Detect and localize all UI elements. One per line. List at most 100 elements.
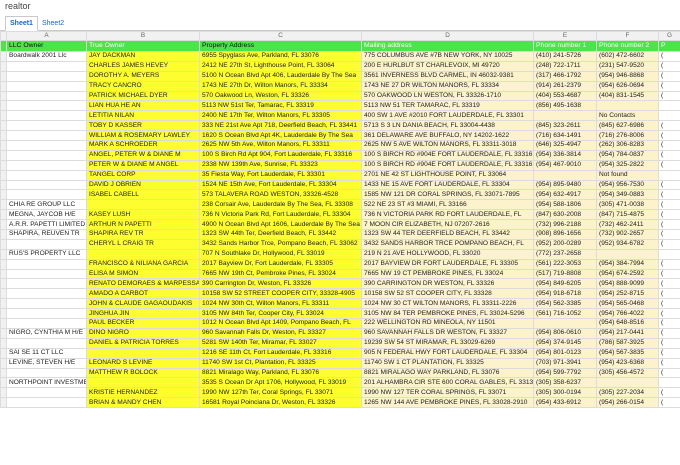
cell-property-address[interactable]: 100 S Birch Rd Apt 904, Fort Lauderdale,…: [199, 149, 362, 161]
cell-phone-2[interactable]: (845) 627-6986: [596, 120, 659, 132]
cell-mailing-address[interactable]: 3561 INVERNESS BLVD CARMEL, IN 46032-938…: [361, 70, 534, 82]
cell-phone-1[interactable]: (716) 634-1491: [533, 130, 597, 142]
cell-property-address[interactable]: 2400 NE 17th Ter, Wilton Manors, FL 3330…: [199, 110, 362, 122]
cell-llc-owner[interactable]: NIGRO, CYNTHIA M H/E: [6, 327, 87, 339]
header-mailing-address[interactable]: Mailing address: [361, 40, 534, 52]
column-header-e[interactable]: E: [533, 31, 597, 41]
cell-phone-3[interactable]: (: [658, 278, 680, 290]
cell-llc-owner[interactable]: [6, 189, 87, 201]
cell-true-owner[interactable]: ELISA M SIMON: [86, 268, 200, 280]
cell-llc-owner[interactable]: CHIA RE GROUP LLC: [6, 199, 87, 211]
cell-true-owner[interactable]: ARTHUR N PAPETTI: [86, 219, 200, 231]
cell-mailing-address[interactable]: 400 SW 1 AVE #2010 FORT LAUDERDALE, FL 3…: [361, 110, 534, 122]
cell-phone-2[interactable]: (954) 626-0694: [596, 80, 659, 92]
cell-phone-2[interactable]: No Contacts: [596, 110, 659, 122]
cell-property-address[interactable]: 2625 NW 5th Ave, Wilton Manors, FL 33311: [199, 140, 362, 151]
cell-property-address[interactable]: 1620 S Ocean Blvd Apt 4K, Lauderdale By …: [199, 130, 362, 142]
cell-mailing-address[interactable]: 736 N VICTORIA PARK RD FORT LAUDERDALE, …: [361, 209, 534, 221]
cell-phone-3[interactable]: (: [658, 387, 680, 399]
cell-phone-3[interactable]: (: [658, 258, 680, 270]
cell-property-address[interactable]: 960 Savannah Falls Dr, Weston, FL 33327: [199, 327, 362, 339]
cell-phone-2[interactable]: (262) 306-8283: [596, 140, 659, 151]
cell-phone-1[interactable]: (914) 261-2379: [533, 80, 597, 92]
cell-true-owner[interactable]: [86, 199, 200, 211]
cell-llc-owner[interactable]: SAI SE 11 CT LLC: [6, 347, 87, 359]
cell-true-owner[interactable]: JAY DACKMAN: [86, 51, 200, 62]
column-header-g[interactable]: G: [658, 31, 680, 41]
cell-mailing-address[interactable]: 3432 SANDS HARBOR TRCE POMPANO BEACH, FL: [361, 238, 534, 250]
cell-phone-3[interactable]: (: [658, 308, 680, 320]
header-phone-1[interactable]: Phone number 1: [533, 40, 597, 52]
cell-property-address[interactable]: 35 Fiesta Way, Fort Lauderdale, FL 33301: [199, 169, 362, 181]
cell-llc-owner[interactable]: [6, 308, 87, 320]
cell-mailing-address[interactable]: 3105 NW 84 TER PEMBROKE PINES, FL 33024-…: [361, 308, 534, 320]
cell-true-owner[interactable]: DAVID J OBRIEN: [86, 179, 200, 191]
cell-phone-3[interactable]: (: [658, 229, 680, 240]
cell-phone-1[interactable]: (954) 849-6205: [533, 278, 597, 290]
cell-llc-owner[interactable]: [6, 169, 87, 181]
cell-phone-3[interactable]: (: [658, 327, 680, 339]
cell-property-address[interactable]: 6955 Spyglass Ave, Parkland, FL 33076: [199, 51, 362, 62]
cell-phone-1[interactable]: (954) 433-6912: [533, 397, 597, 409]
cell-mailing-address[interactable]: 1990 NW 127 TER CORAL SPRINGS, FL 33071: [361, 387, 534, 399]
cell-phone-2[interactable]: (954) 888-9099: [596, 278, 659, 290]
header-property-address[interactable]: Property Address: [199, 40, 362, 52]
cell-llc-owner[interactable]: [6, 288, 87, 300]
cell-phone-1[interactable]: (248) 722-1711: [533, 60, 597, 72]
cell-true-owner[interactable]: ANGEL, PETER W & DIANE M: [86, 149, 200, 161]
cell-mailing-address[interactable]: 522 NE 23 ST #3 MIAMI, FL 33166: [361, 199, 534, 211]
cell-phone-3[interactable]: (: [658, 51, 680, 62]
cell-phone-1[interactable]: (954) 632-4917: [533, 189, 597, 201]
cell-llc-owner[interactable]: [6, 367, 87, 379]
cell-true-owner[interactable]: CHARLES JAMES HEVEY: [86, 60, 200, 72]
cell-true-owner[interactable]: PATRICK MICHAEL DYER: [86, 90, 200, 102]
cell-mailing-address[interactable]: 200 E HURLBUT ST CHARLEVOIX, MI 49720: [361, 60, 534, 72]
cell-phone-3[interactable]: (: [658, 140, 680, 151]
cell-phone-3[interactable]: [658, 169, 680, 181]
column-header-b[interactable]: B: [86, 31, 200, 41]
cell-phone-3[interactable]: (: [658, 219, 680, 231]
cell-mailing-address[interactable]: 222 WELLINGTON RD MINEOLA, NY 11501: [361, 318, 534, 329]
cell-true-owner[interactable]: KRISTIE HERNANDEZ: [86, 387, 200, 399]
cell-true-owner[interactable]: TRACY CANCRO: [86, 80, 200, 92]
cell-llc-owner[interactable]: [6, 298, 87, 310]
cell-true-owner[interactable]: TOBY D KASSER: [86, 120, 200, 132]
column-header-c[interactable]: C: [199, 31, 362, 41]
cell-llc-owner[interactable]: [6, 90, 87, 102]
cell-property-address[interactable]: 1323 SW 44th Ter, Deerfield Beach, FL 33…: [199, 229, 362, 240]
cell-phone-2[interactable]: (954) 266-0154: [596, 397, 659, 409]
cell-phone-3[interactable]: (: [658, 209, 680, 221]
cell-mailing-address[interactable]: 11740 SW 1 CT PLANTATION, FL 33325: [361, 357, 534, 369]
cell-phone-2[interactable]: (732) 462-2411: [596, 219, 659, 231]
cell-mailing-address[interactable]: 5113 NW 51 TER TAMARAC, FL 33319: [361, 100, 534, 112]
cell-phone-2[interactable]: (954) 766-4022: [596, 308, 659, 320]
cell-llc-owner[interactable]: [6, 120, 87, 132]
cell-true-owner[interactable]: LIAN HUA HE AN: [86, 100, 200, 112]
cell-phone-2[interactable]: (954) 217-0441: [596, 327, 659, 339]
cell-phone-1[interactable]: (646) 325-4947: [533, 140, 597, 151]
cell-true-owner[interactable]: DINO NIGRO: [86, 327, 200, 339]
cell-mailing-address[interactable]: 8821 MIRALAGO WAY PARKLAND, FL 33076: [361, 367, 534, 379]
cell-llc-owner[interactable]: [6, 268, 87, 280]
cell-property-address[interactable]: 4900 N Ocean Blvd Apt 1606, Lauderdale B…: [199, 219, 362, 231]
cell-true-owner[interactable]: CHERYL L CRAIG TR: [86, 238, 200, 250]
cell-mailing-address[interactable]: 10158 SW 52 ST COOPER CITY, FL 33328: [361, 288, 534, 300]
cell-llc-owner[interactable]: A.R.R. PAPETTI LIMITED: [6, 219, 87, 231]
cell-phone-1[interactable]: (954) 562-3385: [533, 298, 597, 310]
cell-true-owner[interactable]: MARK A SCHROEDER: [86, 140, 200, 151]
cell-phone-1[interactable]: (703) 971-3941: [533, 357, 597, 369]
cell-mailing-address[interactable]: 219 N 21 AVE HOLLYWOOD, FL 33020: [361, 248, 534, 260]
cell-llc-owner[interactable]: [6, 159, 87, 171]
cell-property-address[interactable]: 238 Corsair Ave, Lauderdale By The Sea, …: [199, 199, 362, 211]
cell-property-address[interactable]: 5113 NW 51st Ter, Tamarac, FL 33319: [199, 100, 362, 112]
cell-phone-3[interactable]: [658, 100, 680, 112]
cell-phone-2[interactable]: (954) 567-3835: [596, 347, 659, 359]
cell-llc-owner[interactable]: [6, 278, 87, 290]
cell-mailing-address[interactable]: 7665 NW 19 CT PEMBROKE PINES, FL 33024: [361, 268, 534, 280]
column-header-d[interactable]: D: [361, 31, 534, 41]
cell-phone-2[interactable]: Not found: [596, 169, 659, 181]
cell-phone-2[interactable]: (954) 384-7994: [596, 258, 659, 270]
cell-property-address[interactable]: 3535 S Ocean Dr Apt 1706, Hollywood, FL …: [199, 377, 362, 389]
cell-phone-1[interactable]: (908) 896-1656: [533, 229, 597, 240]
cell-phone-1[interactable]: (954) 599-7792: [533, 367, 597, 379]
